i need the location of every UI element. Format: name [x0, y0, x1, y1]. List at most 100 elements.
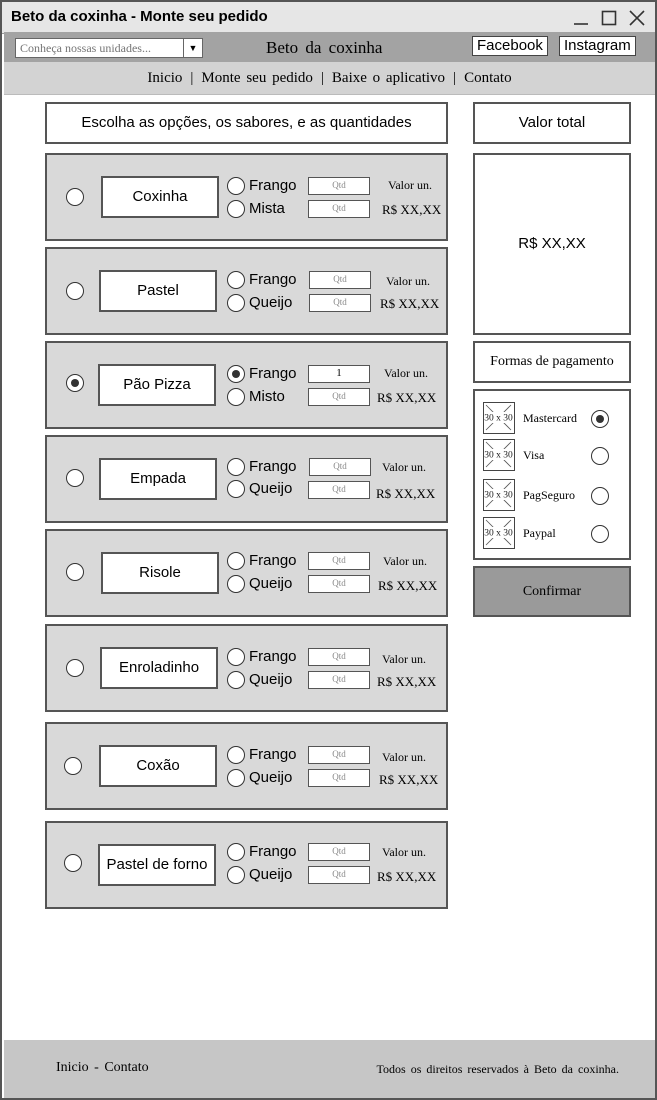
main-nav: Inicio | Monte seu pedido | Baixe o aplicati…	[4, 62, 655, 95]
nav-item-inicio[interactable]: Inicio	[147, 70, 182, 86]
payment-radio[interactable]	[591, 447, 609, 465]
quantity-input[interactable]: Qtd	[308, 552, 370, 570]
unit-price-label: Valor un.	[382, 750, 426, 764]
nav-separator: |	[453, 70, 457, 86]
option-label: Frango	[249, 177, 297, 194]
maximize-button[interactable]	[599, 8, 619, 28]
payment-methods-label: Formas de pagamento	[473, 341, 631, 383]
option-radio[interactable]	[227, 648, 245, 666]
product-card-pao-pizza: Pão Pizza Frango 1 Misto Qtd Valor un. R…	[45, 341, 448, 429]
quantity-input[interactable]: Qtd	[308, 388, 370, 406]
option-radio[interactable]	[227, 200, 245, 218]
payment-name: Paypal	[523, 526, 556, 540]
option-radio[interactable]	[227, 271, 245, 289]
confirm-button[interactable]: Confirmar	[473, 566, 631, 617]
product-radio[interactable]	[64, 757, 82, 775]
payment-option-pagseguro[interactable]: 30 x 30 PagSeguro	[475, 479, 629, 513]
unit-price-label: Valor un.	[388, 178, 432, 192]
product-name: Coxão	[99, 745, 217, 787]
product-radio[interactable]	[66, 563, 84, 581]
unit-price-label: Valor un.	[382, 845, 426, 859]
site-header: ▼ Beto da coxinha Facebook Instagram	[4, 32, 655, 62]
quantity-input[interactable]: Qtd	[309, 458, 371, 476]
product-radio[interactable]	[66, 659, 84, 677]
instagram-link[interactable]: Instagram	[559, 36, 636, 56]
nav-separator: |	[320, 70, 324, 86]
facebook-link[interactable]: Facebook	[472, 36, 548, 56]
quantity-input[interactable]: 1	[308, 365, 370, 383]
quantity-input[interactable]: Qtd	[308, 575, 370, 593]
option-radio[interactable]	[227, 177, 245, 195]
option-radio[interactable]	[227, 365, 245, 383]
product-card-enroladinho: Enroladinho Frango Qtd Queijo Qtd Valor …	[45, 624, 448, 712]
option-label: Frango	[249, 365, 297, 382]
image-placeholder-icon: 30 x 30	[483, 517, 515, 549]
product-radio[interactable]	[66, 374, 84, 392]
nav-item-baixe-o-aplicativo[interactable]: Baixe o aplicativo	[332, 70, 445, 86]
option-radio[interactable]	[227, 746, 245, 764]
payment-radio[interactable]	[591, 410, 609, 428]
payment-option-mastercard[interactable]: 30 x 30 Mastercard	[475, 402, 629, 436]
option-radio[interactable]	[227, 294, 245, 312]
title-bar: Beto da coxinha - Monte seu pedido	[2, 2, 655, 34]
product-card-pastel: Pastel Frango Qtd Queijo Qtd Valor un. R…	[45, 247, 448, 335]
unit-price-value: R$ XX,XX	[376, 486, 436, 501]
option-radio[interactable]	[227, 769, 245, 787]
option-radio[interactable]	[227, 843, 245, 861]
units-search-input[interactable]	[16, 39, 184, 57]
nav-separator: |	[190, 70, 194, 86]
quantity-input[interactable]: Qtd	[308, 671, 370, 689]
product-name: Pastel	[99, 270, 217, 312]
payment-option-visa[interactable]: 30 x 30 Visa	[475, 439, 629, 473]
product-radio[interactable]	[64, 854, 82, 872]
option-radio[interactable]	[227, 480, 245, 498]
option-label: Frango	[249, 271, 297, 288]
option-radio[interactable]	[227, 866, 245, 884]
total-value: R$ XX,XX	[473, 153, 631, 335]
product-radio[interactable]	[66, 469, 84, 487]
option-radio[interactable]	[227, 575, 245, 593]
unit-price-label: Valor un.	[386, 274, 430, 288]
product-name: Pão Pizza	[98, 364, 216, 406]
minimize-button[interactable]	[571, 8, 591, 28]
image-placeholder-icon: 30 x 30	[483, 479, 515, 511]
quantity-input[interactable]: Qtd	[308, 769, 370, 787]
quantity-input[interactable]: Qtd	[309, 271, 371, 289]
product-card-coxao: Coxão Frango Qtd Queijo Qtd Valor un. R$…	[45, 722, 448, 810]
quantity-input[interactable]: Qtd	[308, 648, 370, 666]
product-radio[interactable]	[66, 188, 84, 206]
quantity-input[interactable]: Qtd	[309, 294, 371, 312]
footer-link-contato[interactable]: Contato	[104, 1060, 148, 1075]
quantity-input[interactable]: Qtd	[308, 866, 370, 884]
image-placeholder-icon: 30 x 30	[483, 402, 515, 434]
option-radio[interactable]	[227, 458, 245, 476]
option-radio[interactable]	[227, 671, 245, 689]
quantity-input[interactable]: Qtd	[308, 843, 370, 861]
quantity-input[interactable]: Qtd	[308, 481, 370, 499]
option-radio[interactable]	[227, 552, 245, 570]
quantity-input[interactable]: Qtd	[308, 177, 370, 195]
option-label: Queijo	[249, 769, 293, 786]
site-footer: Inicio - Contato Todos os direitos reser…	[4, 1040, 655, 1098]
quantity-input[interactable]: Qtd	[308, 200, 370, 218]
total-label: Valor total	[473, 102, 631, 144]
nav-item-monte-seu-pedido[interactable]: Monte seu pedido	[201, 70, 312, 86]
unit-price-label: Valor un.	[382, 652, 426, 666]
product-card-coxinha: Coxinha Frango Qtd Mista Qtd Valor un. R…	[45, 153, 448, 241]
maximize-icon	[601, 10, 617, 26]
option-radio[interactable]	[227, 388, 245, 406]
payment-option-paypal[interactable]: 30 x 30 Paypal	[475, 517, 629, 551]
unit-price-value: R$ XX,XX	[377, 869, 437, 884]
image-placeholder-text: 30 x 30	[484, 529, 513, 539]
quantity-input[interactable]: Qtd	[308, 746, 370, 764]
footer-separator: -	[94, 1060, 99, 1075]
payment-radio[interactable]	[591, 487, 609, 505]
nav-item-contato[interactable]: Contato	[464, 70, 512, 86]
footer-link-inicio[interactable]: Inicio	[56, 1060, 89, 1075]
product-radio[interactable]	[66, 282, 84, 300]
payment-radio[interactable]	[591, 525, 609, 543]
product-name: Coxinha	[101, 176, 219, 218]
close-button[interactable]	[627, 8, 647, 28]
units-dropdown-button[interactable]: ▼	[183, 39, 202, 57]
product-card-pastel-de-forno: Pastel de forno Frango Qtd Queijo Qtd Va…	[45, 821, 448, 909]
